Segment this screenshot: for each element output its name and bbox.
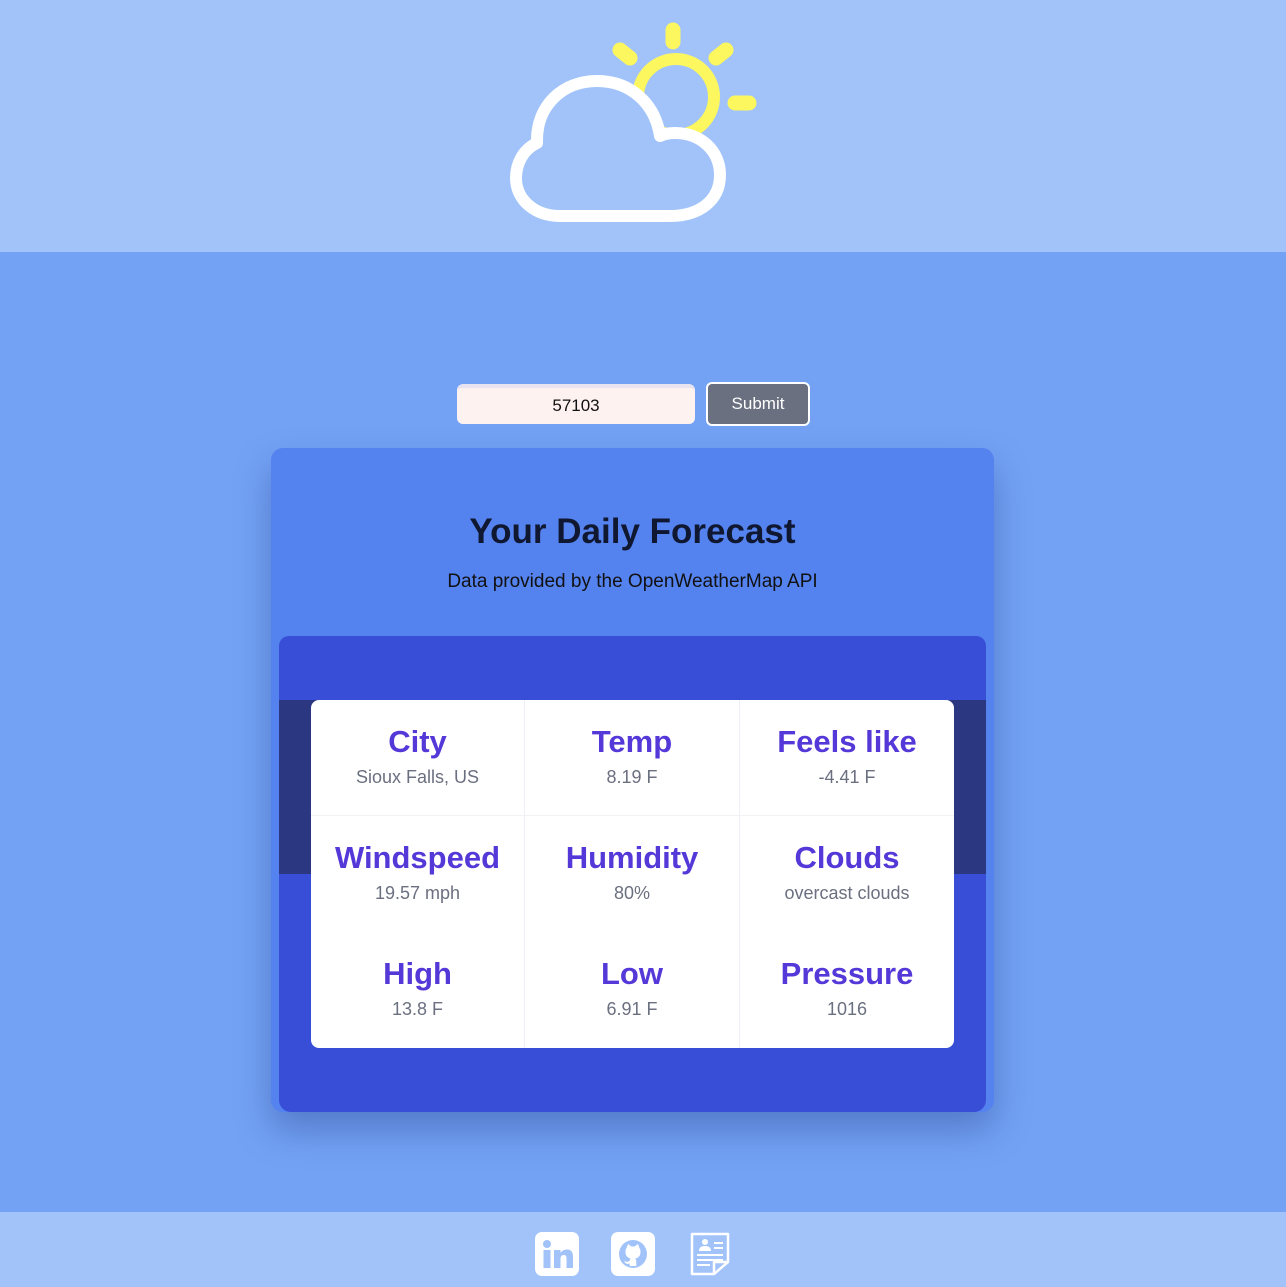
forecast-title: Your Daily Forecast [469, 512, 796, 551]
stat-value: overcast clouds [784, 883, 910, 903]
stat-label: Windspeed [334, 840, 501, 875]
stat-label: High [383, 956, 452, 991]
stat-value: 8.19 F [606, 767, 658, 787]
stat-label: Pressure [780, 956, 914, 991]
stat-value: Sioux Falls, US [355, 767, 480, 787]
stat-value: 6.91 F [606, 999, 658, 1019]
resume-icon[interactable] [688, 1232, 732, 1276]
stats-grid: City Sioux Falls, US Temp 8.19 F Feels l… [311, 700, 954, 1048]
header [0, 0, 1286, 252]
stat-label: Feels like [777, 724, 917, 759]
stat-value: 19.57 mph [374, 883, 461, 903]
footer [0, 1212, 1286, 1287]
stat-value: 13.8 F [391, 999, 444, 1019]
zip-search-form: Submit [456, 382, 816, 426]
stat-label: Low [601, 956, 663, 991]
forecast-panel: City Sioux Falls, US Temp 8.19 F Feels l… [279, 636, 986, 1112]
stat-humidity: Humidity 80% [525, 816, 740, 932]
stat-value: 1016 [826, 999, 868, 1019]
stat-high: High 13.8 F [311, 932, 525, 1048]
stat-label: Temp [591, 724, 673, 759]
stat-label: Humidity [565, 840, 699, 875]
stat-windspeed: Windspeed 19.57 mph [311, 816, 525, 932]
stat-pressure: Pressure 1016 [740, 932, 954, 1048]
forecast-card: Your Daily Forecast Data provided by the… [271, 448, 994, 1112]
linkedin-icon[interactable] [535, 1232, 579, 1276]
stat-temp: Temp 8.19 F [525, 700, 740, 816]
stat-label: City [388, 724, 447, 759]
stat-value: 80% [613, 883, 651, 903]
stat-label: Clouds [794, 840, 900, 875]
stat-value: -4.41 F [818, 767, 876, 787]
stat-city: City Sioux Falls, US [311, 700, 525, 816]
forecast-subtitle: Data provided by the OpenWeatherMap API [447, 571, 818, 592]
submit-button[interactable]: Submit [706, 382, 810, 426]
stat-low: Low 6.91 F [525, 932, 740, 1048]
github-icon[interactable] [611, 1232, 655, 1276]
stat-feels-like: Feels like -4.41 F [740, 700, 954, 816]
zip-input[interactable] [457, 384, 695, 424]
stat-clouds: Clouds overcast clouds [740, 816, 954, 932]
partly-cloudy-icon [510, 22, 757, 222]
